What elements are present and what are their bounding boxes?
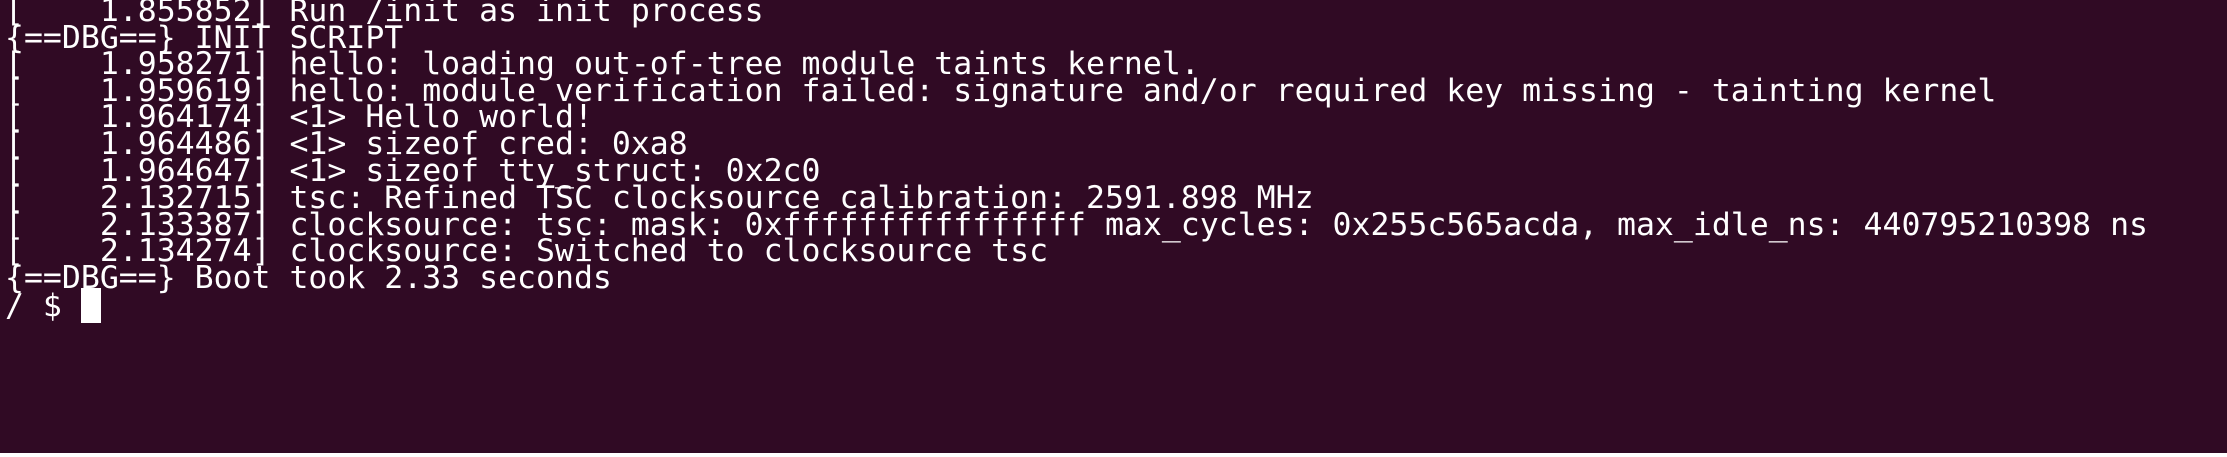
terminal-window[interactable]: [ 1.855852] Run /init as init process {=…	[0, 0, 2227, 453]
prompt-line[interactable]: / $	[5, 287, 101, 325]
text-cursor	[80, 288, 101, 323]
shell-prompt: / $	[5, 288, 81, 324]
